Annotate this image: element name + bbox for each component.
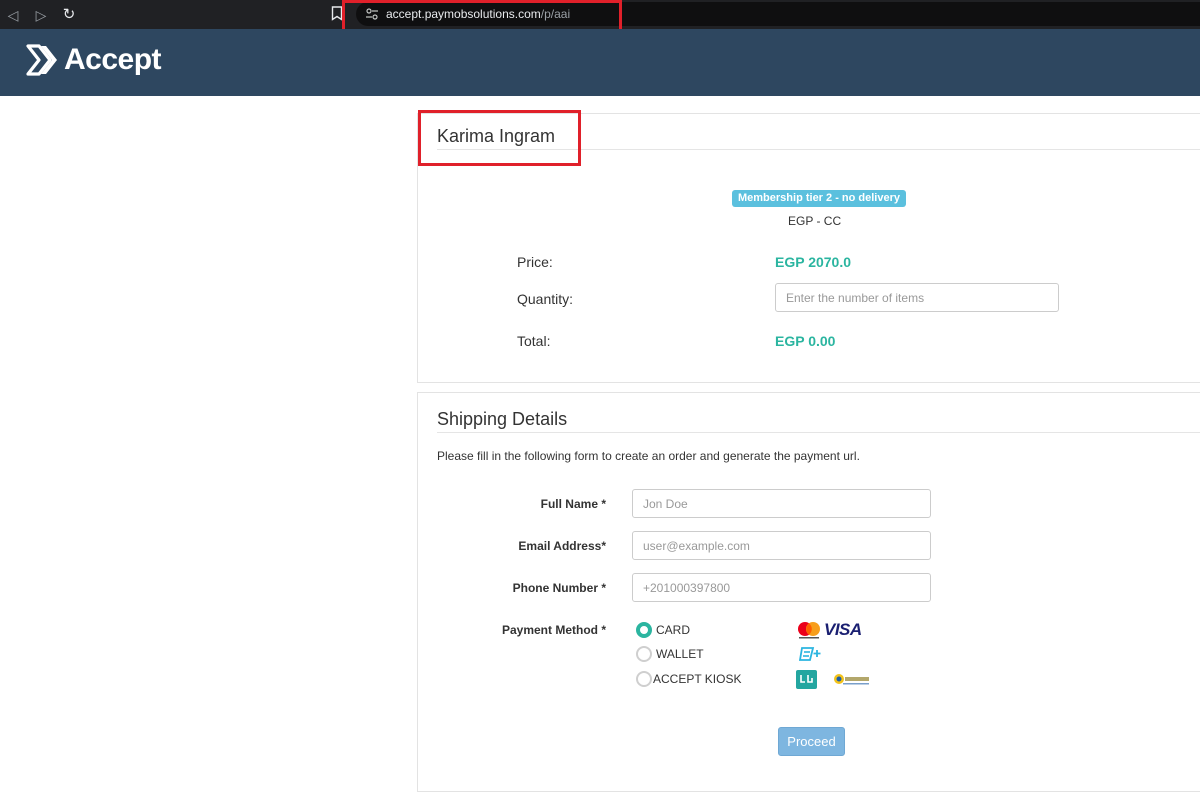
payment-option-wallet[interactable]: WALLET	[636, 646, 704, 662]
accept-logo[interactable]: Accept	[26, 43, 162, 77]
full-name-label: Full Name *	[540, 497, 606, 511]
email-input[interactable]	[632, 531, 931, 560]
divider	[437, 432, 1200, 433]
reload-icon[interactable]: ↻	[60, 6, 78, 24]
currency-method: EGP - CC	[788, 214, 842, 228]
proceed-button[interactable]: Proceed	[778, 727, 845, 756]
card-label: CARD	[656, 623, 691, 637]
payment-method-label: Payment Method *	[501, 623, 606, 637]
phone-input[interactable]	[632, 573, 931, 602]
email-label: Email Address*	[518, 539, 606, 553]
card-radio[interactable]	[636, 622, 652, 638]
back-icon[interactable]: ◁	[4, 6, 22, 24]
quantity-label: Quantity:	[517, 291, 574, 307]
quantity-input[interactable]	[775, 283, 1059, 312]
product-badge: Membership tier 2 - no delivery	[732, 190, 906, 207]
app-header: Accept	[0, 29, 1200, 96]
total-value: EGP 0.00	[775, 333, 836, 349]
masary-icon	[834, 674, 869, 685]
full-name-input[interactable]	[632, 489, 931, 518]
price-label: Price:	[517, 254, 553, 270]
total-label: Total:	[517, 333, 551, 349]
wallet-label: WALLET	[656, 647, 704, 661]
kiosk-label: ACCEPT KIOSK	[653, 672, 742, 686]
brand-name: Accept	[64, 43, 162, 76]
wallet-icon	[799, 647, 821, 661]
shipping-description: Please fill in the following form to cre…	[437, 449, 860, 463]
kiosk-radio[interactable]	[636, 671, 652, 687]
mastercard-icon	[798, 622, 820, 639]
visa-icon: VISA	[824, 620, 862, 639]
phone-label: Phone Number *	[512, 581, 606, 595]
payment-option-card[interactable]: CARD	[636, 622, 690, 638]
merchant-highlight-box	[418, 110, 581, 166]
payment-option-kiosk[interactable]: ACCEPT KIOSK	[636, 671, 741, 687]
aman-icon	[796, 670, 817, 689]
price-value: EGP 2070.0	[775, 254, 852, 270]
accept-logo-icon	[26, 44, 57, 76]
wallet-radio[interactable]	[636, 646, 652, 662]
forward-icon[interactable]: ▷	[32, 6, 50, 24]
shipping-title: Shipping Details	[437, 409, 568, 429]
